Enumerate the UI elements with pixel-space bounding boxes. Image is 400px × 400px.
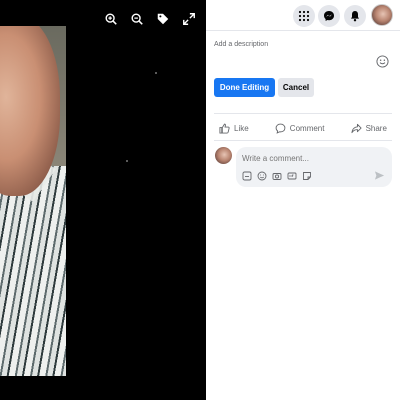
avatar-sticker-icon[interactable] [302,171,312,181]
top-bar [206,0,400,31]
comment-composer [236,147,392,187]
divider [214,113,392,114]
tag-icon[interactable] [152,8,174,30]
send-icon[interactable] [374,170,385,181]
like-label: Like [234,123,249,133]
sticker-icon[interactable] [242,171,252,181]
app-root: Add a description Done Editing Cancel Li… [0,0,400,400]
fullscreen-icon[interactable] [178,8,200,30]
menu-grid-icon[interactable] [293,5,315,27]
comment-avatar [215,147,232,164]
description-field[interactable]: Add a description [214,41,268,48]
comment-button[interactable]: Comment [275,123,325,134]
viewer-toolbar [100,8,200,30]
divider [214,140,392,141]
speck [155,72,157,74]
camera-icon[interactable] [272,171,282,181]
share-icon [351,123,362,133]
done-editing-button[interactable]: Done Editing [214,78,275,97]
comment-input[interactable] [242,152,382,164]
emoji-icon[interactable] [376,55,389,68]
zoom-out-icon[interactable] [126,8,148,30]
zoom-in-icon[interactable] [100,8,122,30]
comment-label: Comment [289,123,325,133]
composer-tools [242,171,312,181]
gif-icon[interactable] [287,171,297,181]
cancel-button[interactable]: Cancel [278,78,314,97]
account-avatar[interactable] [371,4,393,26]
emoji-icon[interactable] [257,171,267,181]
comment-icon [275,123,286,134]
photo-viewer [0,0,206,400]
share-button[interactable]: Share [351,123,387,134]
messenger-icon[interactable] [318,5,340,27]
info-panel: Add a description Done Editing Cancel Li… [206,0,400,400]
speck [126,160,128,162]
like-button[interactable]: Like [219,123,249,134]
photo-image[interactable] [0,26,66,376]
notifications-icon[interactable] [344,5,366,27]
share-label: Share [365,123,387,133]
thumbs-up-icon [219,123,230,134]
reaction-bar: Like Comment Share [206,118,400,138]
